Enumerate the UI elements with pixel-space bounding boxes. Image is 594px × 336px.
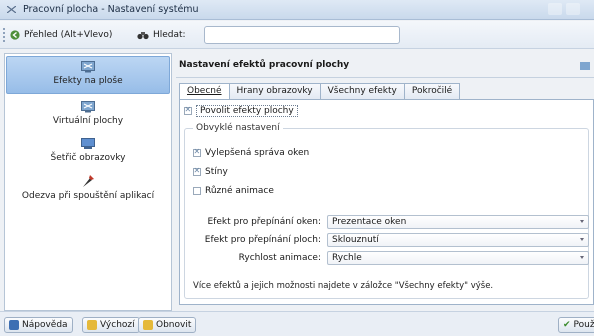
close-button[interactable] — [566, 3, 580, 15]
desktop-switch-select[interactable]: Sklouznutí — [327, 233, 589, 247]
overview-button[interactable]: Přehled (Alt+Vlevo) — [10, 27, 112, 43]
search-input[interactable] — [204, 26, 400, 44]
checkbox-box[interactable] — [193, 166, 201, 176]
help-icon — [9, 320, 19, 330]
chevron-down-icon — [580, 220, 584, 223]
toolbar-grip[interactable] — [3, 28, 5, 42]
animation-speed-select[interactable]: Rychle — [327, 251, 589, 265]
toolbar: Přehled (Alt+Vlevo) Hledat: — [0, 21, 594, 49]
animation-speed-label: Rychlost animace: — [238, 253, 321, 263]
improved-window-management-checkbox[interactable]: Vylepšená správa oken — [193, 147, 310, 158]
checkbox-box[interactable] — [184, 105, 192, 115]
button-label: Obnovit — [156, 320, 192, 330]
common-settings-group: Obvyklé nastavení Vylepšená správa oken … — [184, 123, 589, 299]
reset-icon — [143, 320, 153, 330]
button-label: Výchozí — [100, 320, 135, 330]
group-title: Obvyklé nastavení — [193, 123, 283, 133]
page-title: Nastavení efektů pracovní plochy — [176, 56, 594, 78]
tab-screen-edges[interactable]: Hrany obrazovky — [228, 83, 321, 99]
window-switch-select[interactable]: Prezentace oken — [327, 215, 589, 229]
button-bar: Nápověda Výchozí Obnovit ✔ Použít — [0, 311, 594, 336]
button-label: Nápověda — [22, 320, 68, 330]
tab-panel-general: Povolit efekty plochy Obvyklé nastavení … — [179, 99, 594, 305]
search-label-group: Hledat: — [137, 27, 186, 43]
sidebar-item-desktop-effects[interactable]: Efekty na ploše — [6, 56, 170, 94]
button-label: Použít — [573, 320, 594, 330]
checkbox-label: Stíny — [205, 167, 228, 177]
minimize-button[interactable] — [548, 3, 562, 15]
main-panel: Nastavení efektů pracovní plochy Obecné … — [176, 53, 594, 311]
enable-effects-checkbox[interactable]: Povolit efekty plochy — [184, 105, 298, 117]
screensaver-icon — [81, 138, 95, 149]
back-arrow-icon — [10, 30, 20, 40]
tab-all-effects[interactable]: Všechny efekty — [319, 83, 405, 99]
tab-general[interactable]: Obecné — [179, 83, 230, 100]
tab-label: Všechny efekty — [327, 86, 397, 96]
sidebar-item-screensaver[interactable]: Šetřič obrazovky — [6, 138, 170, 168]
reset-button[interactable]: Obnovit — [138, 317, 197, 333]
checkbox-label: Povolit efekty plochy — [196, 105, 298, 117]
various-animations-checkbox[interactable]: Různé animace — [193, 186, 274, 196]
select-value: Rychle — [332, 253, 362, 263]
defaults-icon — [87, 320, 97, 330]
window-titlebar[interactable]: Pracovní plocha - Nastavení systému — [0, 0, 594, 20]
sidebar-item-label: Šetřič obrazovky — [50, 153, 126, 163]
more-effects-note: Více efektů a jejich možnosti najdete v … — [193, 281, 494, 291]
tab-label: Pokročilé — [411, 86, 453, 96]
virtual-desktops-icon — [81, 101, 95, 113]
page-title-text: Nastavení efektů pracovní plochy — [179, 60, 350, 70]
apply-button[interactable]: ✔ Použít — [558, 317, 594, 333]
checkbox-label: Různé animace — [205, 186, 274, 196]
launch-feedback-icon — [83, 175, 94, 187]
sidebar-item-launch-feedback[interactable]: Odezva při spouštění aplikací — [6, 174, 170, 206]
desktop-switch-label: Efekt pro přepínání ploch: — [204, 235, 321, 245]
checkbox-box[interactable] — [193, 147, 201, 157]
sidebar-item-virtual-desktops[interactable]: Virtuální plochy — [6, 101, 170, 131]
sidebar-item-label: Efekty na ploše — [53, 76, 123, 86]
chevron-down-icon — [580, 256, 584, 259]
checkbox-label: Vylepšená správa oken — [205, 148, 310, 158]
tab-label: Obecné — [187, 86, 222, 96]
tab-label: Hrany obrazovky — [236, 86, 313, 96]
select-value: Sklouznutí — [332, 235, 379, 245]
binoculars-icon — [137, 32, 149, 40]
defaults-button[interactable]: Výchozí — [82, 317, 140, 333]
window-menu-icon[interactable] — [7, 6, 16, 13]
checkmark-icon: ✔ — [563, 320, 571, 330]
desktop-effects-icon — [81, 61, 95, 73]
tab-advanced[interactable]: Pokročilé — [403, 83, 461, 99]
module-icon — [580, 62, 590, 70]
sidebar-item-label: Virtuální plochy — [52, 116, 124, 126]
window-switch-label: Efekt pro přepínání oken: — [207, 217, 322, 227]
search-label: Hledat: — [153, 30, 186, 40]
select-value: Prezentace oken — [332, 217, 407, 227]
sidebar: Efekty na ploše Virtuální plochy Šetřič … — [4, 53, 172, 311]
sidebar-item-label: Odezva při spouštění aplikací — [21, 191, 155, 201]
help-button[interactable]: Nápověda — [4, 317, 73, 333]
tab-bar: Obecné Hrany obrazovky Všechny efekty Po… — [179, 83, 461, 100]
checkbox-box[interactable] — [193, 187, 201, 195]
chevron-down-icon — [580, 238, 584, 241]
shadows-checkbox[interactable]: Stíny — [193, 166, 228, 177]
overview-label: Přehled (Alt+Vlevo) — [24, 30, 113, 40]
window-title: Pracovní plocha - Nastavení systému — [23, 4, 199, 15]
